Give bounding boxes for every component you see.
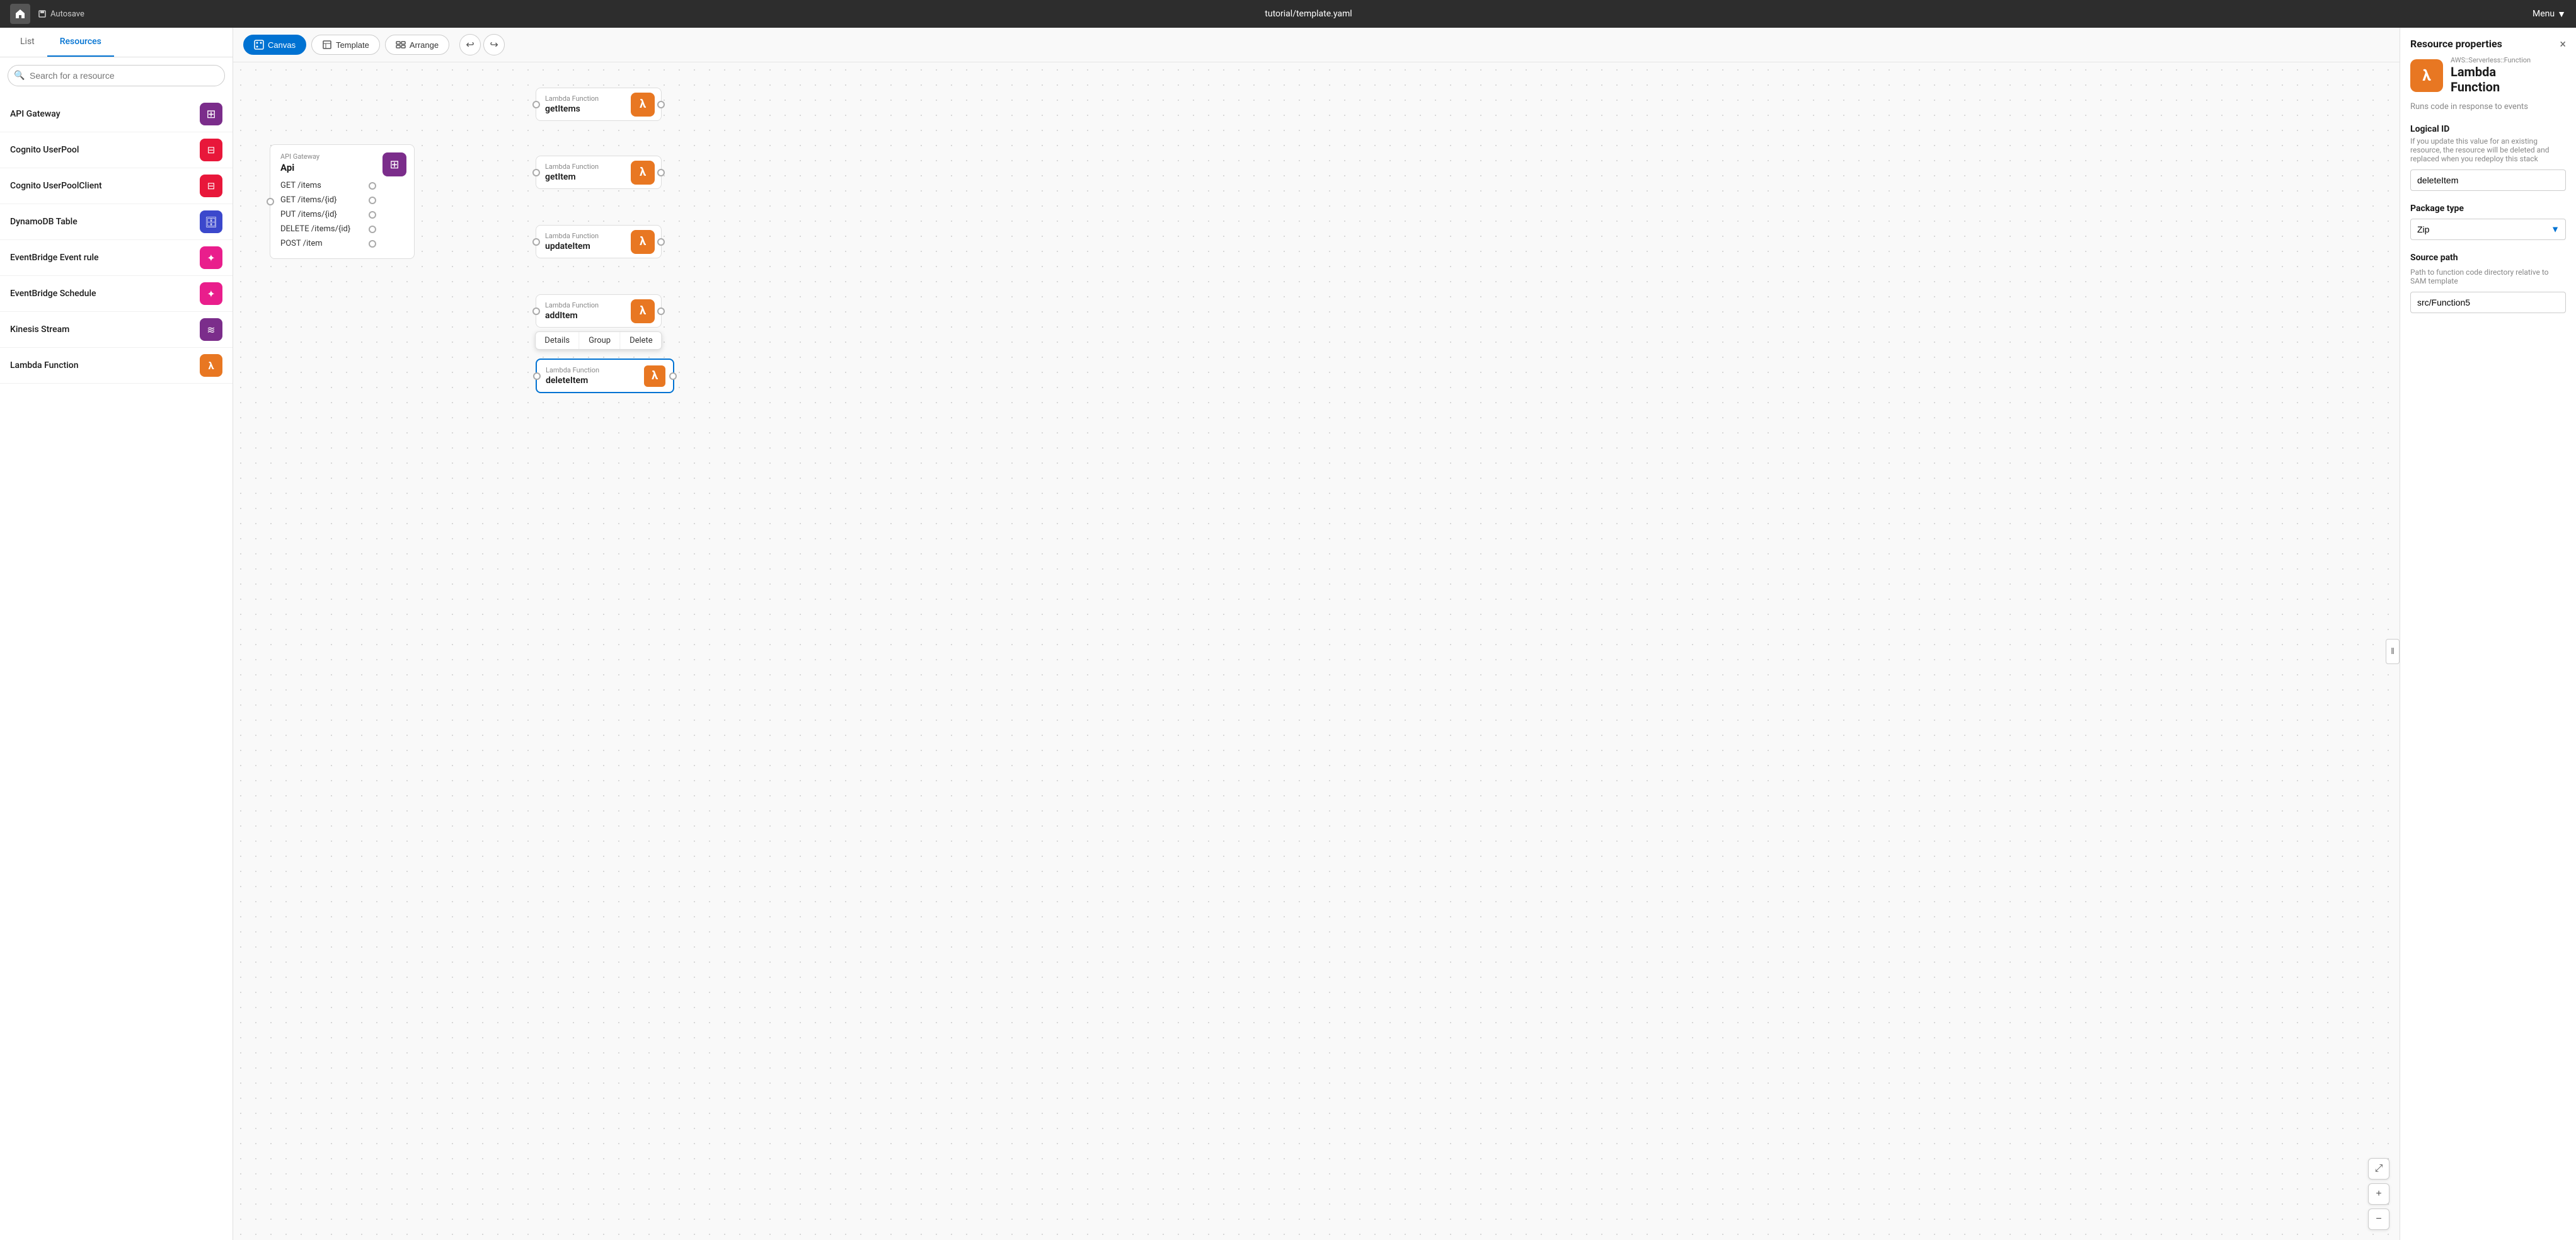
home-button[interactable] [10,4,30,24]
connector-left[interactable] [532,307,540,315]
api-gateway-icon: ⊞ [200,103,222,125]
node-updateItem[interactable]: Lambda Function updateItem λ [536,225,662,258]
route-delete-item-id[interactable]: DELETE /items/{id} [280,222,376,236]
zoom-out-button[interactable]: − [2368,1208,2389,1230]
route-get-item-id[interactable]: GET /items/{id} [280,193,376,207]
left-panel: List Resources 🔍 API Gateway ⊞ Cognito U… [0,28,233,1240]
eventbridge-schedule-icon: ✦ [200,282,222,305]
tab-resources[interactable]: Resources [47,28,114,57]
lambda-node-icon: λ [631,93,655,117]
source-path-desc: Path to function code directory relative… [2410,268,2566,285]
context-group[interactable]: Group [580,332,620,349]
route-connector[interactable] [369,226,376,233]
route-post-item[interactable]: POST /item [280,236,376,251]
cognito-userpoolclient-icon: ⊟ [200,175,222,197]
list-item[interactable]: Kinesis Stream ≋ [0,312,233,348]
right-panel-header: Resource properties × [2410,38,2566,51]
package-type-select-wrap: Zip Image ▼ [2410,219,2566,253]
route-connector[interactable] [369,211,376,219]
lambda-node-icon: λ [631,299,655,323]
logical-id-label: Logical ID [2410,124,2566,134]
connector-right[interactable] [669,372,677,380]
tab-bar: List Resources [0,28,233,57]
node-addItem[interactable]: Lambda Function addItem λ Details Group … [536,294,662,328]
service-row: λ AWS::Serverless::Function Lambda Funct… [2410,56,2566,95]
cognito-userpool-icon: ⊟ [200,139,222,161]
connector-left[interactable] [532,169,540,176]
connector-right[interactable] [657,307,665,315]
route-get-items[interactable]: GET /items [280,178,376,193]
list-item[interactable]: Lambda Function λ [0,348,233,384]
lambda-node-icon-selected: λ [643,364,667,388]
list-item[interactable]: Cognito UserPool ⊟ [0,132,233,168]
canvas-tab[interactable]: Canvas [243,35,306,55]
service-icon: λ [2410,59,2443,92]
zoom-in-button[interactable]: + [2368,1183,2389,1205]
package-type-label: Package type [2410,204,2566,214]
resource-list: API Gateway ⊞ Cognito UserPool ⊟ Cognito… [0,94,233,1240]
kinesis-icon: ≋ [200,318,222,341]
list-item[interactable]: DynamoDB Table 🗄 [0,204,233,240]
logical-id-desc: If you update this value for an existing… [2410,137,2566,163]
collapse-panel-button[interactable]: ‖ [2386,639,2400,664]
node-getItems[interactable]: Lambda Function getItems λ [536,88,662,121]
connector-left-api[interactable] [267,198,274,205]
template-tab[interactable]: Template [311,35,380,55]
source-path-label: Source path [2410,253,2566,263]
canvas[interactable]: Lambda Function getItems λ API Gateway A… [233,62,2400,1240]
node-getItem[interactable]: Lambda Function getItem λ [536,156,662,189]
resource-properties-title: Resource properties [2410,38,2502,50]
eventbridge-event-icon: ✦ [200,246,222,269]
route-connector[interactable] [369,197,376,204]
search-icon: 🔍 [14,71,25,81]
connector-left[interactable] [532,238,540,246]
right-panel: Resource properties × λ AWS::Serverless:… [2400,28,2576,1240]
canvas-area: Canvas Template Arrange ↩ ↪ Lambda Funct… [233,28,2400,1240]
autosave-indicator: Autosave [38,9,84,19]
context-delete[interactable]: Delete [621,332,662,349]
main-layout: List Resources 🔍 API Gateway ⊞ Cognito U… [0,28,2576,1240]
undo-button[interactable]: ↩ [459,34,481,55]
node-deleteItem[interactable]: Lambda Function deleteItem λ [536,359,674,393]
lambda-node-icon: λ [631,161,655,185]
service-name: Lambda Function [2451,64,2531,95]
connector-right[interactable] [657,238,665,246]
service-type: AWS::Serverless::Function [2451,56,2531,64]
search-box: 🔍 [8,65,225,86]
canvas-toolbar: Canvas Template Arrange ↩ ↪ [233,28,2400,62]
connector-left[interactable] [533,372,541,380]
list-item[interactable]: EventBridge Schedule ✦ [0,276,233,312]
route-connector[interactable] [369,182,376,190]
undo-redo-group: ↩ ↪ [459,34,505,55]
close-button[interactable]: × [2560,38,2566,51]
tab-list[interactable]: List [8,28,47,57]
route-put-item-id[interactable]: PUT /items/{id} [280,207,376,222]
canvas-controls: ⤢ + − [2368,1158,2389,1230]
lambda-list-icon: λ [200,354,222,377]
menu-button[interactable]: Menu ▼ [2533,9,2566,20]
connector-left[interactable] [532,101,540,108]
context-menu: Details Group Delete [535,331,662,350]
context-details[interactable]: Details [536,332,579,349]
node-api-gateway[interactable]: API Gateway Api ⊞ GET /items GET /items/… [270,144,415,259]
top-bar: Autosave tutorial/template.yaml Menu ▼ [0,0,2576,28]
connector-right[interactable] [657,101,665,108]
fullscreen-button[interactable]: ⤢ [2368,1158,2389,1180]
search-input[interactable] [8,65,225,86]
package-type-select[interactable]: Zip Image [2410,219,2566,240]
file-title: tutorial/template.yaml [1265,9,1352,19]
dynamodb-icon: 🗄 [200,210,222,233]
list-item[interactable]: EventBridge Event rule ✦ [0,240,233,276]
route-connector[interactable] [369,240,376,248]
source-path-input[interactable] [2410,292,2566,313]
logical-id-input[interactable] [2410,169,2566,191]
arrange-tab[interactable]: Arrange [385,35,449,55]
list-item[interactable]: Cognito UserPoolClient ⊟ [0,168,233,204]
redo-button[interactable]: ↪ [483,34,505,55]
api-gateway-node-icon: ⊞ [382,152,406,176]
service-description: Runs code in response to events [2410,102,2566,112]
connector-right[interactable] [657,169,665,176]
lambda-node-icon: λ [631,230,655,254]
list-item[interactable]: API Gateway ⊞ [0,96,233,132]
